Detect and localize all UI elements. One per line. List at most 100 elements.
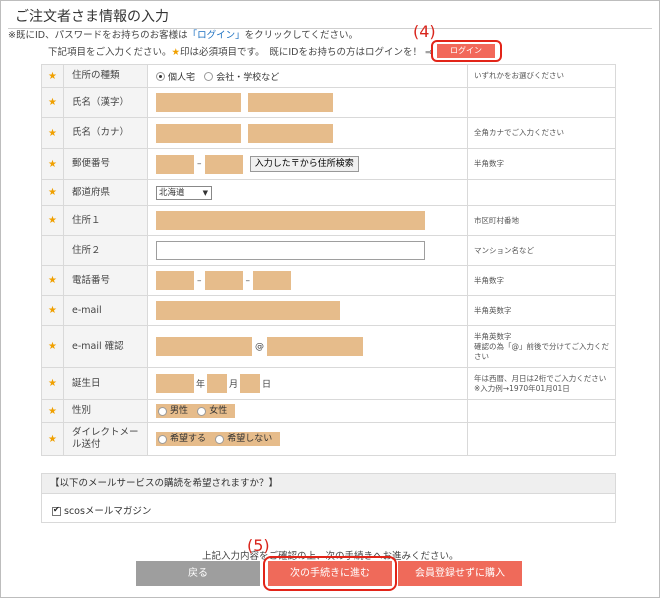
required-star-icon: ★ bbox=[41, 325, 64, 368]
birth-year-field[interactable] bbox=[156, 374, 194, 393]
birthday-input: 年月日 bbox=[147, 367, 468, 400]
form-row-email: ★ e-mail 半角英数字 bbox=[41, 295, 616, 326]
annotation-5: (5) bbox=[247, 536, 270, 555]
gender-radio-group: 男性 女性 bbox=[156, 404, 236, 418]
radio-female[interactable] bbox=[197, 406, 207, 416]
radio-male-label: 男性 bbox=[170, 406, 189, 416]
login-note-prefix: ※既にID、パスワードをお持ちのお客様は bbox=[8, 30, 188, 41]
address-search-button[interactable]: 入力した〒から住所検索 bbox=[249, 156, 359, 172]
radio-dm-yes-label: 希望する bbox=[170, 434, 207, 444]
newsletter-checkbox[interactable] bbox=[52, 505, 61, 516]
annotation-4: (4) bbox=[413, 22, 436, 41]
last-name-kana-field[interactable] bbox=[156, 123, 241, 143]
field-note: マンション名など bbox=[467, 235, 616, 266]
postal-code-first-field[interactable] bbox=[156, 154, 194, 174]
newsletter-label: scosメールマガジン bbox=[64, 506, 152, 517]
first-name-kana-field[interactable] bbox=[248, 123, 334, 143]
mail-service-heading: 【以下のメールサービスの購読を希望されますか？】 bbox=[42, 474, 615, 494]
postal-code-second-field[interactable] bbox=[204, 154, 243, 174]
direct-mail-input: 希望する 希望しない bbox=[147, 422, 468, 456]
field-note: 年は西暦、月日は2桁でご入力ください ※入力例→1970年01月01日 bbox=[467, 367, 616, 400]
field-note: 半角数字 bbox=[467, 265, 616, 296]
radio-dm-yes[interactable] bbox=[158, 434, 167, 444]
address2-input bbox=[147, 235, 468, 266]
form-row-birthday: ★ 誕生日 年 月 日 年は西暦、月日は2桁でご入力ください ※入力例→1970年0… bbox=[41, 367, 616, 400]
phone-separator: – bbox=[245, 275, 251, 286]
required-star-empty bbox=[41, 235, 64, 266]
email-confirm-local-field[interactable] bbox=[156, 337, 252, 356]
field-label: 氏名（漢字） bbox=[63, 87, 148, 118]
field-note: 全角カナでご入力ください bbox=[467, 117, 616, 149]
login-note: ※既にID、パスワードをお持ちのお客様は「ログイン」をクリックしてください。 bbox=[8, 27, 358, 41]
radio-home[interactable] bbox=[156, 71, 165, 81]
birth-day-field[interactable] bbox=[240, 374, 261, 393]
field-label: 電話番号 bbox=[63, 265, 148, 296]
login-note-suffix: をクリックしてください。 bbox=[244, 30, 359, 41]
field-note: 半角数字 bbox=[467, 148, 616, 180]
email-confirm-domain-field[interactable] bbox=[267, 337, 363, 356]
name-kana-input bbox=[147, 117, 468, 149]
phone-first-field[interactable] bbox=[156, 271, 194, 290]
field-label: 誕生日 bbox=[63, 367, 148, 400]
form-row-address2: 住所２ マンション名など bbox=[41, 235, 616, 266]
guest-purchase-button[interactable]: 会員登録せずに購入 bbox=[398, 561, 522, 586]
required-note-text: 印は必須項目です。 既にIDをお持ちの方はログインを！ ⇒ bbox=[180, 47, 433, 58]
login-button[interactable]: ログイン bbox=[437, 44, 495, 58]
next-highlight-ring bbox=[263, 556, 397, 591]
phone-second-field[interactable] bbox=[204, 271, 243, 290]
chevron-down-icon: ▼ bbox=[202, 188, 208, 197]
field-label: 住所２ bbox=[63, 235, 148, 266]
radio-male[interactable] bbox=[158, 406, 167, 416]
radio-dm-no[interactable] bbox=[215, 434, 225, 444]
radio-company[interactable] bbox=[204, 71, 214, 81]
last-name-kanji-field[interactable] bbox=[156, 93, 241, 112]
direct-mail-radio-group: 希望する 希望しない bbox=[156, 432, 281, 446]
gender-input: 男性 女性 bbox=[147, 399, 468, 423]
email-field[interactable] bbox=[156, 301, 340, 320]
required-star-icon: ★ bbox=[41, 367, 64, 400]
required-star-icon: ★ bbox=[41, 179, 64, 206]
form-row-gender: ★ 性別 男性 女性 bbox=[41, 399, 616, 423]
prefecture-select-value: 北海道 bbox=[159, 187, 185, 198]
form-row-name-kana: ★ 氏名（カナ） 全角カナでご入力ください bbox=[41, 117, 616, 149]
field-note bbox=[467, 422, 616, 456]
field-label: ダイレクトメール送付 bbox=[63, 422, 148, 456]
at-sign: @ bbox=[255, 341, 264, 352]
form-row-name-kanji: ★ 氏名（漢字） bbox=[41, 87, 616, 118]
field-note: 市区町村番地 bbox=[467, 205, 616, 236]
field-label: 住所の種類 bbox=[63, 64, 148, 88]
radio-female-label: 女性 bbox=[209, 406, 228, 416]
login-link[interactable]: 「ログイン」 bbox=[188, 30, 245, 41]
field-note: 半角英数字 確認の為「@」前後で分けてご入力ください bbox=[467, 325, 616, 368]
birth-month-field[interactable] bbox=[207, 374, 228, 393]
radio-dm-no-label: 希望しない bbox=[227, 434, 273, 444]
year-label: 年 bbox=[196, 380, 206, 390]
mail-service-section: 【以下のメールサービスの購読を希望されますか？】 scosメールマガジン bbox=[41, 473, 616, 523]
prefecture-select[interactable]: 北海道 ▼ bbox=[156, 185, 212, 200]
field-note bbox=[467, 87, 616, 118]
required-note-prefix: 下記項目をご入力ください。 bbox=[48, 47, 172, 58]
required-note: 下記項目をご入力ください。★印は必須項目です。 既にIDをお持ちの方はログインを… bbox=[48, 44, 433, 58]
address2-field[interactable] bbox=[156, 241, 425, 260]
required-star-icon: ★ bbox=[41, 205, 64, 236]
month-label: 月 bbox=[229, 380, 239, 390]
email-input bbox=[147, 295, 468, 326]
newsletter-option[interactable]: scosメールマガジン bbox=[42, 494, 615, 517]
address1-field[interactable] bbox=[156, 211, 425, 230]
field-label: 氏名（カナ） bbox=[63, 117, 148, 149]
field-note-line: 確認の為「@」前後で分けてご入力ください bbox=[474, 341, 609, 361]
field-label: 郵便番号 bbox=[63, 148, 148, 180]
form-row-address1: ★ 住所１ 市区町村番地 bbox=[41, 205, 616, 236]
required-star-icon: ★ bbox=[41, 295, 64, 326]
address1-input bbox=[147, 205, 468, 236]
phone-input: – – bbox=[147, 265, 468, 296]
back-button[interactable]: 戻る bbox=[136, 561, 260, 586]
page-title: ご注文者さま情報の入力 bbox=[15, 9, 169, 25]
first-name-kanji-field[interactable] bbox=[248, 93, 334, 112]
radio-company-label: 会社・学校など bbox=[216, 72, 280, 83]
form-row-prefecture: ★ 都道府県 北海道 ▼ bbox=[41, 179, 616, 206]
phone-third-field[interactable] bbox=[253, 271, 291, 290]
address-type-input: 個人宅 会社・学校など bbox=[147, 64, 468, 88]
field-label: 住所１ bbox=[63, 205, 148, 236]
required-star-icon: ★ bbox=[41, 148, 64, 180]
